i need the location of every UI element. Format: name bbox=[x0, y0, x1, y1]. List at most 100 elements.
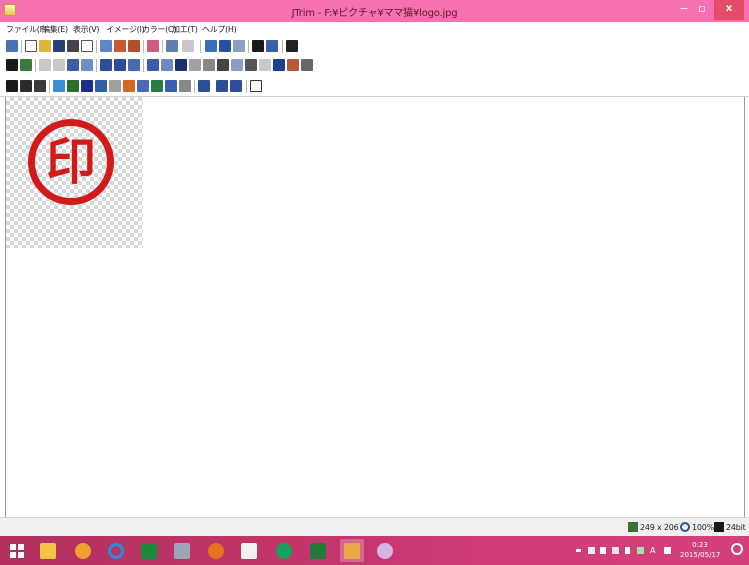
print-icon[interactable] bbox=[67, 40, 79, 52]
bar-chart-app-icon bbox=[241, 543, 257, 559]
taskbar-hangouts[interactable] bbox=[272, 539, 296, 562]
trim-icon[interactable] bbox=[20, 59, 32, 71]
maximize-button[interactable]: ▫ bbox=[694, 0, 710, 20]
toolbar-separator bbox=[35, 59, 36, 72]
rgb-adjust-icon[interactable] bbox=[53, 80, 65, 92]
paste-new-icon[interactable] bbox=[128, 40, 140, 52]
image-properties-icon[interactable] bbox=[205, 40, 217, 52]
new-file-icon[interactable] bbox=[25, 40, 37, 52]
undo-icon[interactable] bbox=[166, 40, 178, 52]
contrast-icon[interactable] bbox=[161, 59, 173, 71]
transparent-color-icon[interactable] bbox=[151, 80, 163, 92]
brightness-icon[interactable] bbox=[147, 59, 159, 71]
taskbar: A 0:23 2015/05/17 bbox=[0, 536, 749, 565]
taskbar-paint[interactable] bbox=[373, 539, 397, 562]
text-insert-icon[interactable] bbox=[219, 40, 231, 52]
pen-icon[interactable] bbox=[273, 59, 285, 71]
open-folder-icon[interactable] bbox=[39, 40, 51, 52]
ime-mode-indicator[interactable]: A bbox=[650, 546, 655, 555]
menu-view[interactable]: 表示(V) bbox=[73, 24, 100, 35]
menu-color[interactable]: カラー(C) bbox=[142, 24, 176, 35]
rotate-icon[interactable] bbox=[147, 40, 159, 52]
grid-icon[interactable] bbox=[252, 40, 264, 52]
blur-icon[interactable] bbox=[189, 59, 201, 71]
menu-process[interactable]: 加工(T) bbox=[172, 24, 198, 35]
resize-icon[interactable] bbox=[233, 40, 245, 52]
menu-bar: ファイル(F) 編集(E) 表示(V) イメージ(I) カラー(C) 加工(T)… bbox=[0, 22, 749, 37]
dropdown-tool-icon[interactable] bbox=[286, 40, 298, 52]
arrow-icon[interactable] bbox=[67, 59, 79, 71]
show-hidden-icons-icon[interactable] bbox=[576, 549, 581, 552]
keyboard-icon[interactable] bbox=[664, 547, 671, 554]
status-bar: 249 x 206 100% 24bit bbox=[0, 517, 749, 536]
copy-icon[interactable] bbox=[100, 40, 112, 52]
clock-date[interactable]: 2015/05/17 bbox=[680, 551, 720, 559]
watermark-icon[interactable] bbox=[301, 59, 313, 71]
mosaic-icon[interactable] bbox=[203, 59, 215, 71]
sharpen-icon[interactable] bbox=[175, 59, 187, 71]
taskbar-store[interactable] bbox=[137, 539, 161, 562]
flip-vertical-icon[interactable] bbox=[53, 59, 65, 71]
paste-icon[interactable] bbox=[114, 40, 126, 52]
jtrim-icon bbox=[344, 543, 360, 559]
save-icon[interactable] bbox=[53, 40, 65, 52]
toolbar-separator bbox=[49, 80, 50, 93]
magnify-in-icon[interactable] bbox=[216, 80, 228, 92]
security-icon[interactable] bbox=[637, 547, 644, 554]
rotate-left-icon[interactable] bbox=[128, 59, 140, 71]
color-balance-icon[interactable] bbox=[95, 80, 107, 92]
posterize-icon[interactable] bbox=[179, 80, 191, 92]
saturation-icon[interactable] bbox=[81, 80, 93, 92]
flip-horizontal-icon[interactable] bbox=[39, 59, 51, 71]
eyedropper-icon[interactable] bbox=[250, 80, 262, 92]
menu-file[interactable]: ファイル(F) bbox=[6, 24, 47, 35]
hue-icon[interactable] bbox=[67, 80, 79, 92]
volume-icon[interactable] bbox=[625, 547, 630, 554]
fit-window-icon[interactable] bbox=[266, 40, 278, 52]
selection-icon[interactable] bbox=[81, 59, 93, 71]
taskbar-excel[interactable] bbox=[306, 539, 330, 562]
emboss-icon[interactable] bbox=[231, 59, 243, 71]
color-reduce-icon[interactable] bbox=[137, 80, 149, 92]
image-preview[interactable]: 印 bbox=[6, 97, 143, 248]
print-preview-icon[interactable] bbox=[81, 40, 93, 52]
flag-icon[interactable] bbox=[612, 547, 619, 554]
sepia-icon[interactable] bbox=[34, 80, 46, 92]
taskbar-chart-app[interactable] bbox=[237, 539, 261, 562]
taskbar-jtrim[interactable] bbox=[340, 539, 364, 562]
crop-icon[interactable] bbox=[6, 59, 18, 71]
new-window-icon[interactable] bbox=[6, 40, 18, 52]
windows-start-icon[interactable] bbox=[10, 544, 24, 558]
menu-image[interactable]: イメージ(I) bbox=[106, 24, 145, 35]
negative-icon[interactable] bbox=[20, 80, 32, 92]
taskbar-feedback[interactable] bbox=[71, 539, 95, 562]
zoom-out-icon[interactable] bbox=[114, 59, 126, 71]
signal-icon[interactable] bbox=[600, 547, 606, 554]
magnify-out-icon[interactable] bbox=[230, 80, 242, 92]
grayscale-icon[interactable] bbox=[6, 80, 18, 92]
paint-icon[interactable] bbox=[287, 59, 299, 71]
gradient-icon[interactable] bbox=[259, 59, 271, 71]
menu-help[interactable]: ヘルプ(H) bbox=[202, 24, 237, 35]
network-icon[interactable] bbox=[588, 547, 595, 554]
menu-edit[interactable]: 編集(E) bbox=[42, 24, 68, 35]
close-button[interactable]: x bbox=[714, 0, 744, 20]
minimize-button[interactable]: − bbox=[676, 0, 692, 20]
replace-color-icon[interactable] bbox=[165, 80, 177, 92]
notification-icon[interactable] bbox=[731, 543, 743, 555]
image-canvas[interactable]: 印 bbox=[5, 97, 745, 517]
noise-icon[interactable] bbox=[217, 59, 229, 71]
bit-depth-icon bbox=[714, 522, 724, 532]
feedback-icon bbox=[75, 543, 91, 559]
taskbar-internet-explorer[interactable] bbox=[104, 539, 128, 562]
clock-time[interactable]: 0:23 bbox=[680, 541, 720, 549]
zoom-in-icon[interactable] bbox=[100, 59, 112, 71]
taskbar-file-explorer[interactable] bbox=[36, 539, 60, 562]
gamma-icon[interactable] bbox=[109, 80, 121, 92]
magnify-dropdown-icon[interactable] bbox=[198, 80, 210, 92]
tone-curve-icon[interactable] bbox=[123, 80, 135, 92]
taskbar-photo-viewer[interactable] bbox=[170, 539, 194, 562]
frame-icon[interactable] bbox=[245, 59, 257, 71]
taskbar-firefox[interactable] bbox=[204, 539, 228, 562]
redo-icon[interactable] bbox=[182, 40, 194, 52]
